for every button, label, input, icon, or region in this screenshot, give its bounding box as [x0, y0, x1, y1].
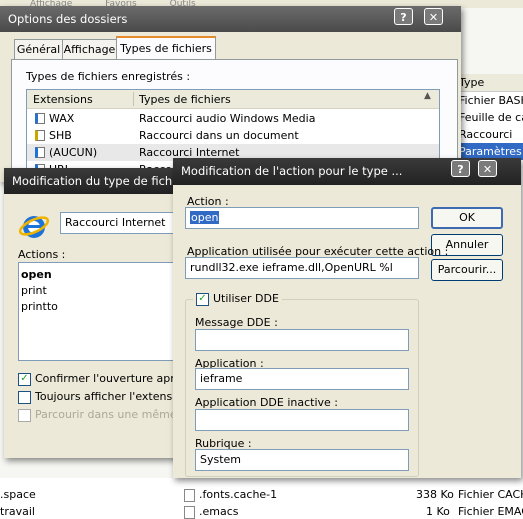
- tab-types-fichiers[interactable]: Types de fichiers: [116, 36, 216, 61]
- dde-inactive-label: Application DDE inactive :: [195, 396, 339, 409]
- extension-cell: SHB: [49, 129, 72, 142]
- dde-topic-input[interactable]: System: [195, 449, 409, 471]
- checkbox-icon: [18, 390, 31, 404]
- types-column-header[interactable]: Types de fichiers: [139, 93, 231, 106]
- column-divider: [133, 92, 134, 106]
- registered-types-label: Types de fichiers enregistrés :: [26, 70, 191, 83]
- options-title-bar: Options des dossiers: [0, 6, 461, 32]
- action-input-value: open: [190, 211, 220, 224]
- file-row-name[interactable]: .emacs: [184, 503, 239, 519]
- browse-button[interactable]: Parcourir...: [431, 259, 503, 281]
- checkbox-icon: ✓: [18, 372, 31, 386]
- actions-list[interactable]: open print printto: [18, 262, 181, 361]
- list-header: Extensions Types de fichiers ▲: [27, 90, 439, 109]
- file-type-row[interactable]: WAX Raccourci audio Windows Media: [27, 110, 439, 127]
- modify-type-title: Modification du type de fichier: [12, 174, 180, 188]
- tab-affichage[interactable]: Affichage: [62, 39, 117, 59]
- options-dossiers-dialog: Options des dossiers ? ✕ Général Afficha…: [0, 6, 461, 186]
- option-checkbox[interactable]: Toujours afficher l'extension: [18, 390, 189, 404]
- dde-inactive-input[interactable]: [195, 409, 409, 431]
- internet-explorer-icon: [18, 210, 50, 242]
- type-cell[interactable]: Feuille de calcu: [453, 109, 523, 126]
- type-cell[interactable]: Raccourci: [453, 126, 523, 143]
- dde-message-label: Message DDE :: [195, 316, 278, 329]
- modify-type-title-bar: Modification du type de fichier: [4, 168, 180, 194]
- file-row-name[interactable]: .fonts.cache-1: [184, 486, 277, 503]
- action-item[interactable]: print: [21, 283, 47, 298]
- actions-label: Actions :: [18, 248, 66, 261]
- ok-button[interactable]: OK: [431, 207, 503, 229]
- action-item[interactable]: open: [21, 267, 52, 282]
- file-type-icon: [35, 147, 45, 158]
- tab-general[interactable]: Général: [14, 39, 63, 59]
- use-dde-checkbox[interactable]: ✓ Utiliser DDE: [193, 292, 282, 306]
- extensions-column-header[interactable]: Extensions: [33, 93, 93, 106]
- file-icon: [184, 488, 195, 502]
- file-icon: [184, 505, 195, 519]
- background-file-rows: .space .fonts.cache-1 338 Ko Fichier CAC…: [0, 478, 523, 519]
- type-cell: Raccourci audio Windows Media: [139, 112, 316, 125]
- file-row-size: 1 Ko: [426, 505, 450, 518]
- file-row-type: Fichier EMACS: [458, 505, 523, 518]
- file-row-size: 338 Ko: [416, 488, 454, 501]
- file-type-row[interactable]: SHB Raccourci dans un document: [27, 127, 439, 144]
- action-input[interactable]: open: [185, 207, 419, 229]
- extension-cell: WAX: [49, 112, 75, 125]
- checkbox-icon: [18, 408, 31, 422]
- type-name-field[interactable]: Raccourci Internet: [60, 212, 180, 234]
- extension-cell: (AUCUN): [49, 146, 98, 159]
- file-type-icon: [35, 113, 45, 124]
- help-icon[interactable]: ?: [394, 8, 413, 25]
- edit-action-title: Modification de l'action pour le type ..…: [181, 164, 403, 178]
- file-row-type: Fichier CACHE: [458, 488, 523, 501]
- use-dde-check-icon: ✓: [196, 292, 209, 306]
- application-path-input[interactable]: rundll32.exe ieframe.dll,OpenURL %l: [185, 257, 419, 279]
- dde-message-input[interactable]: [195, 329, 409, 351]
- file-type-icon: [35, 130, 45, 141]
- sort-arrow-icon: ▲: [424, 91, 431, 101]
- close-icon[interactable]: ✕: [478, 160, 497, 177]
- type-cell[interactable]: Fichier BASH_: [453, 92, 523, 109]
- options-title: Options des dossiers: [8, 12, 128, 26]
- bg-left-item[interactable]: .space: [0, 486, 36, 503]
- action-item[interactable]: printto: [21, 299, 58, 314]
- edit-action-dialog: Modification de l'action pour le type ..…: [173, 158, 521, 478]
- type-cell: Raccourci dans un document: [139, 129, 299, 142]
- help-icon[interactable]: ?: [451, 160, 470, 177]
- modify-type-dialog: Modification du type de fichier Raccourc…: [4, 168, 209, 458]
- close-icon[interactable]: ✕: [424, 8, 443, 25]
- dde-application-input[interactable]: ieframe: [195, 368, 409, 390]
- type-column-header[interactable]: Type: [453, 74, 523, 92]
- bg-left-item[interactable]: travail: [0, 503, 35, 519]
- checkbox-label: Toujours afficher l'extension: [35, 390, 189, 403]
